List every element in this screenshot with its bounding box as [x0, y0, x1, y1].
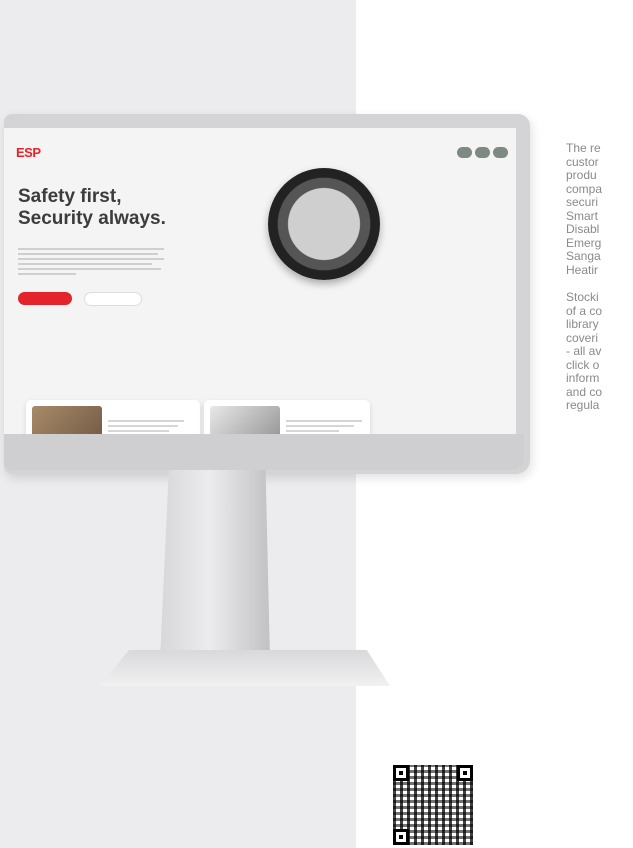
nav-item	[107, 150, 108, 155]
paragraph-1: The re custor produ compa securi Smart D…	[566, 142, 633, 277]
text-line: compa	[566, 181, 603, 196]
text-line: Emerg	[566, 235, 602, 250]
qr-finder	[393, 765, 409, 781]
hero-title-line2: Security always.	[18, 208, 166, 229]
nav-item	[159, 150, 160, 155]
card-text	[108, 420, 184, 434]
text-line: The re	[566, 142, 601, 155]
text-line: securi	[566, 195, 599, 209]
text-line: Stocki	[566, 290, 599, 304]
product-card	[26, 400, 200, 434]
hero-primary-button	[18, 292, 72, 305]
text-line: Disabl	[566, 222, 600, 236]
nav-pill	[474, 146, 490, 158]
text-line: and co	[566, 384, 603, 399]
text-line: Heatir	[566, 262, 599, 277]
product-card	[204, 400, 370, 434]
card-text	[286, 420, 362, 434]
nav-item	[73, 150, 74, 155]
card-image	[32, 406, 102, 434]
card-image	[210, 406, 280, 434]
text-line: - all av	[566, 344, 602, 358]
nav-item	[125, 150, 126, 155]
hero-body-text	[18, 248, 164, 278]
text-line: coveri	[566, 330, 599, 345]
text-line: inform	[566, 371, 600, 385]
card-title	[108, 410, 109, 415]
text-line: regula	[566, 398, 600, 412]
text-line: library	[566, 317, 599, 331]
text-line: click o	[566, 357, 600, 372]
description-text: The re custor produ compa securi Smart D…	[566, 142, 633, 427]
text-line: Sanga	[566, 249, 601, 263]
website-screenshot: ESP Safety first, Security always.	[4, 128, 516, 434]
hero-secondary-button	[84, 292, 142, 306]
qr-code	[393, 765, 473, 845]
nav-items	[56, 150, 454, 155]
nav-item	[90, 150, 91, 155]
text-line: produ	[566, 168, 597, 182]
nav-pill	[492, 146, 508, 158]
monitor-stand-neck	[160, 470, 270, 660]
paragraph-2: Stocki of a co library coveri - all av c…	[566, 290, 633, 413]
nav-item	[142, 150, 143, 155]
monitor-chin	[4, 434, 524, 470]
hero-title: Safety first, Security always.	[18, 186, 166, 230]
card-title	[286, 410, 287, 415]
smoke-detector-image	[268, 168, 380, 280]
nav-pill	[456, 146, 472, 158]
monitor-stand-base	[100, 650, 390, 686]
text-line: Smart	[566, 208, 599, 223]
hero-title-line1: Safety first,	[18, 186, 122, 207]
qr-finder	[393, 829, 409, 845]
text-line: of a co	[566, 303, 603, 318]
qr-finder	[457, 765, 473, 781]
esp-logo: ESP	[16, 144, 41, 160]
nav-item	[56, 150, 57, 155]
text-line: custor	[566, 154, 599, 169]
website-nav: ESP	[16, 140, 508, 164]
